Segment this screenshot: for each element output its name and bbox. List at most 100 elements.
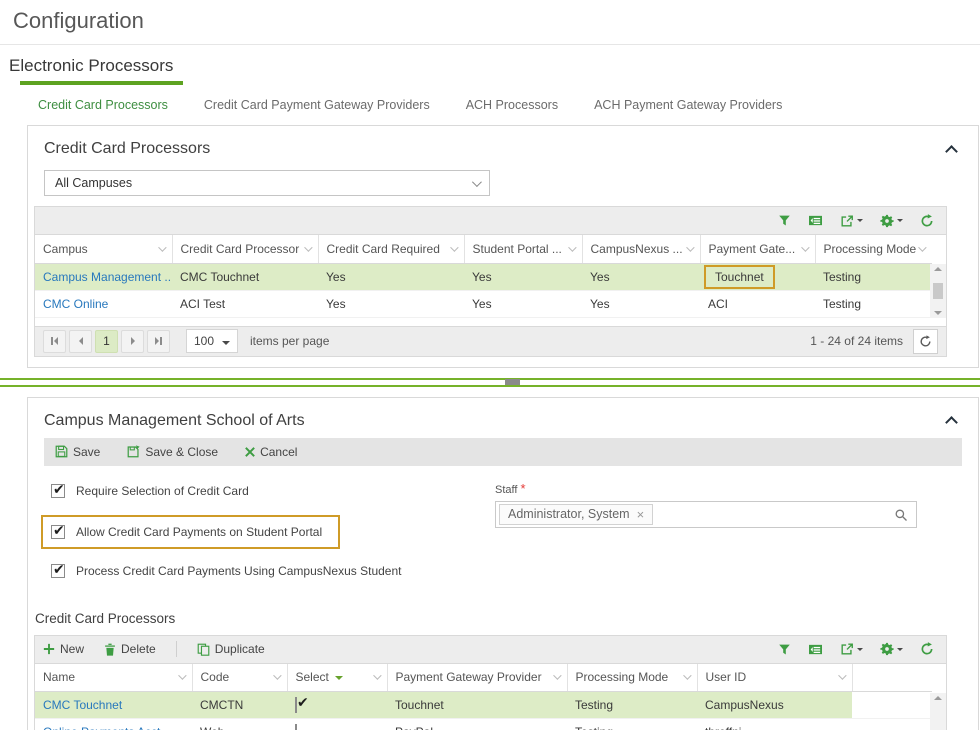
panel-title: Credit Card Processors xyxy=(44,140,210,158)
checkbox-allow-student-portal-payments[interactable]: Allow Credit Card Payments on Student Po… xyxy=(51,522,322,542)
page-size-dropdown[interactable]: 100 xyxy=(186,329,238,353)
col-processing-mode[interactable]: Processing Mode xyxy=(815,235,932,263)
column-menu-icon[interactable] xyxy=(808,214,823,227)
processors-grid: Campus Credit Card Processor Credit Card… xyxy=(34,206,947,357)
cancel-button[interactable]: Cancel xyxy=(245,445,297,459)
splitter-handle[interactable] xyxy=(505,379,520,385)
checkbox-icon[interactable] xyxy=(51,484,65,498)
staff-picker-input[interactable]: Administrator, System × xyxy=(495,501,917,528)
active-filter-icon xyxy=(335,676,343,680)
vertical-scrollbar[interactable] xyxy=(930,693,946,730)
col-payment-gateway[interactable]: Payment Gate... xyxy=(700,235,815,263)
last-page-button[interactable] xyxy=(147,330,170,353)
detail-grid-title: Credit Card Processors xyxy=(35,611,978,626)
required-asterisk: * xyxy=(520,481,525,496)
section-active-underline xyxy=(20,81,183,85)
chevron-down-icon xyxy=(304,243,312,251)
col-campus[interactable]: Campus xyxy=(35,235,172,263)
col-credit-card-required[interactable]: Credit Card Required xyxy=(318,235,464,263)
tab-credit-card-payment-gateway-providers[interactable]: Credit Card Payment Gateway Providers xyxy=(204,98,430,112)
tab-ach-processors[interactable]: ACH Processors xyxy=(466,98,558,112)
delete-button[interactable]: Delete xyxy=(104,642,156,656)
col-processing-mode[interactable]: Processing Mode xyxy=(567,664,697,692)
col-payment-gateway-provider[interactable]: Payment Gateway Provider xyxy=(387,664,567,692)
collapse-chevron-icon[interactable] xyxy=(945,145,958,158)
filter-icon[interactable] xyxy=(778,643,791,656)
export-icon[interactable] xyxy=(840,642,863,656)
next-page-button[interactable] xyxy=(121,330,144,353)
campus-filter-value: All Campuses xyxy=(55,176,132,190)
chevron-down-icon xyxy=(273,672,281,680)
section-title: Electronic Processors xyxy=(9,56,980,76)
processor-link[interactable]: CMC Touchnet xyxy=(35,692,192,719)
chevron-down-icon xyxy=(801,243,809,251)
pager-refresh-button[interactable] xyxy=(913,329,938,354)
scroll-up-icon[interactable] xyxy=(934,696,942,700)
current-page-button[interactable]: 1 xyxy=(95,330,118,353)
col-user-id[interactable]: User ID xyxy=(697,664,852,692)
col-code[interactable]: Code xyxy=(192,664,287,692)
col-name[interactable]: Name xyxy=(35,664,192,692)
tab-bar: Credit Card Processors Credit Card Payme… xyxy=(0,98,980,112)
previous-page-button[interactable] xyxy=(69,330,92,353)
detail-panel-title: Campus Management School of Arts xyxy=(44,412,305,430)
panel-splitter[interactable] xyxy=(0,376,980,389)
settings-gear-icon[interactable] xyxy=(880,642,903,656)
tab-ach-payment-gateway-providers[interactable]: ACH Payment Gateway Providers xyxy=(594,98,782,112)
scroll-thumb[interactable] xyxy=(933,283,943,299)
new-button[interactable]: New xyxy=(43,642,84,656)
refresh-icon[interactable] xyxy=(920,642,934,656)
checkbox-icon[interactable] xyxy=(51,525,65,539)
chevron-down-icon xyxy=(178,672,186,680)
save-icon xyxy=(55,445,68,458)
col-select[interactable]: Select xyxy=(287,664,387,692)
caret-down-icon xyxy=(857,648,863,651)
chevron-down-icon xyxy=(686,243,694,251)
campus-filter-dropdown[interactable]: All Campuses xyxy=(44,170,490,196)
staff-token-chip: Administrator, System × xyxy=(499,504,653,525)
first-page-button[interactable] xyxy=(43,330,66,353)
save-and-close-button[interactable]: Save & Close xyxy=(127,445,218,459)
pager-range-label: 1 - 24 of 24 items xyxy=(810,334,903,348)
table-row[interactable]: Online Payments Acct Web PayPal Testing … xyxy=(35,719,932,730)
checkbox-icon[interactable] xyxy=(51,564,65,578)
col-student-portal[interactable]: Student Portal ... xyxy=(464,235,582,263)
col-credit-card-processor[interactable]: Credit Card Processor xyxy=(172,235,318,263)
vertical-scrollbar[interactable] xyxy=(930,264,946,318)
cancel-x-icon xyxy=(245,447,255,457)
detail-processors-grid: New Delete Duplicate xyxy=(34,635,947,730)
header-row: Name Code Select Payment Gateway Provide… xyxy=(35,664,932,692)
remove-token-icon[interactable]: × xyxy=(637,508,645,521)
col-campusnexus[interactable]: CampusNexus ... xyxy=(582,235,700,263)
save-button[interactable]: Save xyxy=(55,445,100,459)
processor-link[interactable]: Online Payments Acct xyxy=(35,719,192,730)
table-row[interactable]: CMC Online ACI Test Yes Yes Yes ACI Test… xyxy=(35,290,932,317)
scroll-down-icon[interactable] xyxy=(934,311,942,315)
campus-link[interactable]: Campus Management ... xyxy=(35,263,172,290)
scroll-up-icon[interactable] xyxy=(934,267,942,271)
row-select-checkbox[interactable] xyxy=(295,697,297,713)
chevron-down-icon xyxy=(838,672,846,680)
campus-link[interactable]: CMC Online xyxy=(35,290,172,317)
refresh-icon[interactable] xyxy=(920,214,934,228)
export-icon[interactable] xyxy=(840,214,863,228)
filter-icon[interactable] xyxy=(778,214,791,227)
caret-down-icon xyxy=(857,219,863,222)
settings-gear-icon[interactable] xyxy=(880,214,903,228)
detail-table: Name Code Select Payment Gateway Provide… xyxy=(35,664,932,730)
column-menu-icon[interactable] xyxy=(808,643,823,656)
caret-down-icon xyxy=(897,219,903,222)
duplicate-button[interactable]: Duplicate xyxy=(197,642,265,656)
detail-grid-toolbar: New Delete Duplicate xyxy=(35,636,946,664)
header-row: Campus Credit Card Processor Credit Card… xyxy=(35,235,932,263)
collapse-chevron-icon[interactable] xyxy=(945,416,958,429)
search-icon[interactable] xyxy=(894,508,908,527)
checkbox-require-selection[interactable]: Require Selection of Credit Card xyxy=(51,481,495,501)
checkbox-process-with-campusnexus[interactable]: Process Credit Card Payments Using Campu… xyxy=(51,561,495,581)
tab-credit-card-processors[interactable]: Credit Card Processors xyxy=(38,98,168,112)
table-row-selected[interactable]: Campus Management ... CMC Touchnet Yes Y… xyxy=(35,263,932,290)
chevron-down-icon xyxy=(683,672,691,680)
row-select-checkbox[interactable] xyxy=(295,724,297,730)
table-row-selected[interactable]: CMC Touchnet CMCTN Touchnet Testing Camp… xyxy=(35,692,932,719)
caret-down-icon xyxy=(222,341,230,345)
